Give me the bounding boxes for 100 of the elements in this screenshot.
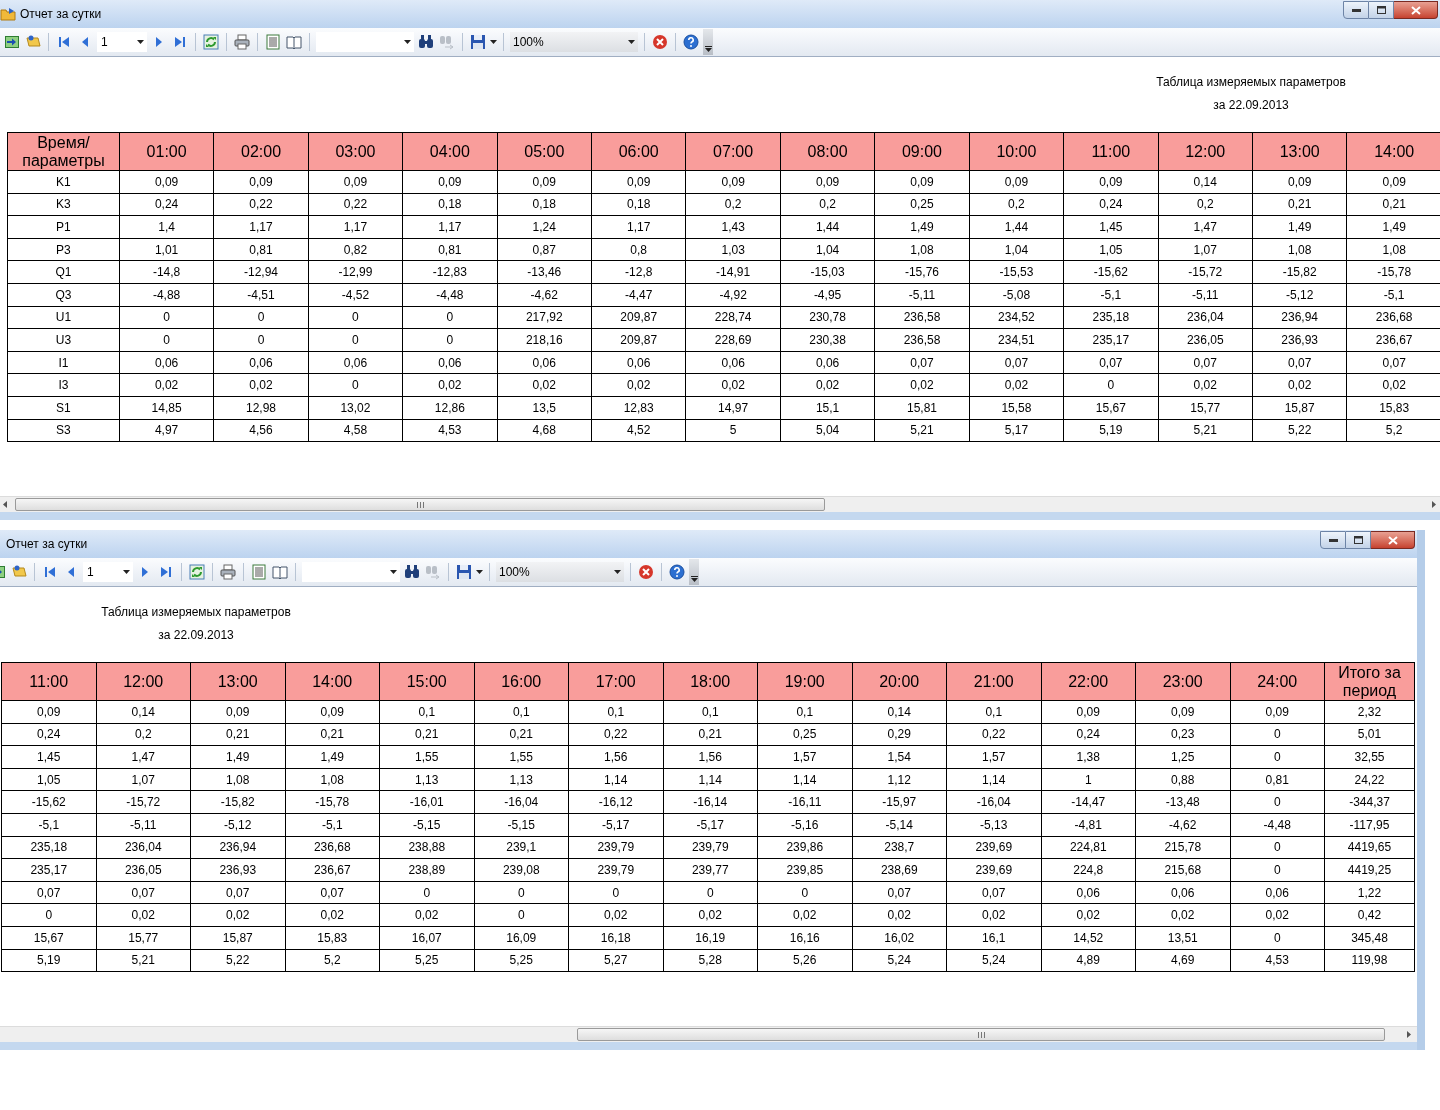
- table-cell: 4,97: [119, 419, 214, 442]
- table-cell: 0,22: [213, 193, 309, 216]
- table-cell: 236,05: [1158, 328, 1253, 352]
- table-cell: 236,68: [285, 836, 380, 859]
- table-cell: 0,2: [685, 193, 781, 216]
- minimize-icon: [1328, 538, 1338, 542]
- table-cell: 0,1: [757, 700, 852, 724]
- table-cell: 0: [379, 881, 474, 904]
- table-cell: I3: [7, 373, 120, 397]
- table-cell: 32,55: [1324, 745, 1415, 769]
- minimize-button[interactable]: [1343, 1, 1369, 19]
- table-cell: 5,21: [874, 419, 970, 442]
- table-cell: 0,22: [568, 723, 663, 746]
- table-cell: 0,09: [402, 170, 498, 194]
- window-title: Отчет за сутки: [6, 536, 88, 553]
- table-cell: -5,11: [96, 813, 191, 837]
- table-cell: -12,8: [591, 260, 686, 284]
- table-cell: 224,81: [1041, 836, 1136, 859]
- table-cell: -14,91: [685, 260, 781, 284]
- report-date: за 22.09.2013: [1213, 97, 1289, 114]
- table-cell: 0,88: [1135, 768, 1230, 791]
- zoom-field[interactable]: 100%: [496, 562, 624, 582]
- table-cell: -5,12: [190, 813, 285, 837]
- stop-button[interactable]: [651, 32, 669, 52]
- table-cell: 0: [308, 328, 403, 352]
- overflow-button[interactable]: [703, 29, 713, 55]
- last-page-icon: [158, 564, 174, 580]
- table-cell: 1,47: [1158, 215, 1253, 239]
- table-cell: -4,81: [1041, 813, 1136, 837]
- table-cell: 0,06: [685, 351, 781, 374]
- column-header: 18:00: [663, 662, 758, 701]
- search-field[interactable]: [302, 562, 400, 582]
- refresh-button[interactable]: [202, 32, 220, 52]
- column-header: 07:00: [685, 132, 781, 171]
- table-cell: -15,62: [1, 790, 96, 814]
- print-layout-button[interactable]: [250, 562, 268, 582]
- maximize-button[interactable]: [1346, 531, 1371, 549]
- table-cell: 4,56: [213, 419, 309, 442]
- report-date: за 22.09.2013: [158, 627, 234, 644]
- print-layout-button[interactable]: [264, 32, 282, 52]
- print-icon: [220, 564, 236, 580]
- table-cell: 0,06: [213, 351, 309, 374]
- help-button[interactable]: [668, 562, 686, 582]
- refresh-button[interactable]: [188, 562, 206, 582]
- zoom-field[interactable]: 100%: [510, 32, 638, 52]
- table-cell: -15,82: [1252, 260, 1347, 284]
- table-cell: P3: [7, 238, 120, 261]
- table-cell: 0: [1, 903, 96, 927]
- table-cell: 15,81: [874, 396, 970, 420]
- table-cell: 1,49: [874, 215, 970, 239]
- refresh-icon: [189, 564, 205, 580]
- table-cell: 235,18: [1063, 306, 1159, 329]
- table-cell: 0,81: [213, 238, 309, 261]
- table-cell: 239,79: [568, 836, 663, 859]
- table-cell: -5,14: [852, 813, 947, 837]
- close-button[interactable]: [1371, 531, 1415, 549]
- caret-icon: [476, 570, 483, 574]
- overflow-button[interactable]: [689, 559, 699, 585]
- close-button[interactable]: [1394, 1, 1438, 19]
- maximize-button[interactable]: [1369, 1, 1394, 19]
- table-cell: 0,07: [1252, 351, 1347, 374]
- print-button[interactable]: [233, 32, 251, 52]
- minimize-button[interactable]: [1320, 531, 1346, 549]
- column-header: 11:00: [1063, 132, 1159, 171]
- table-cell: S3: [7, 419, 120, 442]
- table-cell: 4,53: [402, 419, 498, 442]
- table-cell: 15,87: [1252, 396, 1347, 420]
- horizontal-scrollbar[interactable]: [0, 496, 1440, 512]
- table-cell: 1,4: [119, 215, 214, 239]
- horizontal-scrollbar[interactable]: [0, 1026, 1417, 1042]
- search-field[interactable]: [316, 32, 414, 52]
- table-cell: 0: [1230, 926, 1325, 950]
- table-cell: 0,21: [379, 723, 474, 746]
- table-cell: 0,02: [96, 903, 191, 927]
- table-cell: 0: [402, 306, 498, 329]
- table-cell: -5,15: [379, 813, 474, 837]
- table-cell: 0,02: [969, 373, 1064, 397]
- scrollbar-thumb[interactable]: [577, 1028, 1385, 1041]
- page-number-field[interactable]: 1: [83, 562, 133, 582]
- table-cell: -5,1: [285, 813, 380, 837]
- table-cell: 0,2: [96, 723, 191, 746]
- table-cell: 0,25: [757, 723, 852, 746]
- column-header: 13:00: [190, 662, 285, 701]
- table-cell: 0,02: [1135, 903, 1230, 927]
- column-header: Время/параметры: [7, 132, 120, 171]
- help-button[interactable]: [682, 32, 700, 52]
- table-cell: 1,07: [1158, 238, 1253, 261]
- column-header: 13:00: [1252, 132, 1347, 171]
- table-cell: 236,67: [285, 858, 380, 882]
- table-cell: -4,62: [497, 283, 592, 307]
- table-cell: 5,28: [663, 949, 758, 972]
- stop-button[interactable]: [637, 562, 655, 582]
- page-number-field[interactable]: 1: [97, 32, 147, 52]
- table-cell: U3: [7, 328, 120, 352]
- print-button[interactable]: [219, 562, 237, 582]
- table-cell: -15,62: [1063, 260, 1159, 284]
- table-cell: 0,06: [1230, 881, 1325, 904]
- scrollbar-thumb[interactable]: [15, 498, 825, 511]
- table-cell: 0,02: [497, 373, 592, 397]
- table-cell: -5,15: [474, 813, 569, 837]
